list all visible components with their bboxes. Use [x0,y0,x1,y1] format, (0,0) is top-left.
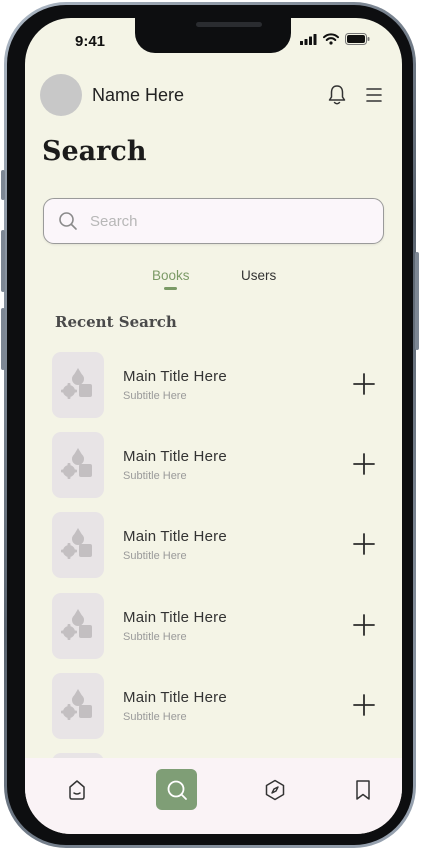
add-button[interactable] [350,450,378,478]
nav-home-button[interactable] [57,770,97,810]
list-item[interactable]: Main Title Here Subtitle Here [52,593,382,659]
thumbnail-placeholder [52,673,104,739]
status-icons [300,33,370,45]
shapes-icon [61,689,92,720]
side-button-power [415,252,419,350]
item-subtitle: Subtitle Here [123,470,187,482]
thumbnail-placeholder [52,512,104,578]
status-time: 9:41 [75,33,106,50]
search-box[interactable] [43,198,384,244]
shapes-icon [61,448,92,479]
shapes-icon [61,609,92,640]
item-subtitle: Subtitle Here [123,390,187,402]
item-title: Main Title Here [123,528,227,545]
plus-icon [353,694,375,716]
list-item[interactable]: Main Title Here Subtitle Here [52,673,382,739]
item-subtitle: Subtitle Here [123,550,187,562]
nav-search-button[interactable] [156,769,197,810]
list-item[interactable]: Main Title Here Subtitle Here [52,432,382,498]
search-input[interactable] [88,207,372,235]
page-title: Search [42,136,147,167]
tab-users[interactable]: Users [241,268,276,283]
user-name: Name Here [92,85,185,105]
battery-icon [345,33,370,45]
bookmark-icon [356,780,370,800]
item-title: Main Title Here [123,448,227,465]
list-item[interactable]: Main Title Here Subtitle Here [52,512,382,578]
screen: 9:41 Name Here Search Search Books Users… [25,18,402,834]
item-subtitle: Subtitle Here [123,631,187,643]
shapes-icon [61,368,92,399]
tab-active-indicator [164,287,177,290]
side-button-volume-down [1,308,5,370]
search-icon [59,212,77,230]
add-button[interactable] [350,370,378,398]
plus-icon [353,533,375,555]
avatar[interactable] [40,74,82,116]
side-button-mute [1,170,5,200]
add-button[interactable] [350,530,378,558]
bottom-nav [25,758,402,834]
tab-books[interactable]: Books [152,268,190,283]
plus-icon [353,453,375,475]
thumbnail-placeholder [52,352,104,418]
shapes-icon [61,528,92,559]
bell-icon[interactable] [327,84,347,111]
signal-icon [300,33,317,45]
thumbnail-placeholder [52,593,104,659]
phone-frame: 9:41 Name Here Search Search Books Users… [1,2,419,848]
side-button-volume-up [1,230,5,292]
thumbnail-placeholder [52,432,104,498]
home-icon [69,780,85,800]
search-icon [167,780,187,800]
nav-explore-button[interactable] [255,770,295,810]
compass-icon [265,779,285,801]
add-button[interactable] [350,611,378,639]
nav-bookmark-button[interactable] [343,770,383,810]
item-title: Main Title Here [123,609,227,626]
list-item[interactable]: Main Title Here Subtitle Here [52,352,382,418]
plus-icon [353,373,375,395]
plus-icon [353,614,375,636]
item-subtitle: Subtitle Here [123,711,187,723]
wifi-icon [323,33,339,45]
item-title: Main Title Here [123,368,227,385]
add-button[interactable] [350,691,378,719]
item-title: Main Title Here [123,689,227,706]
recent-search-heading: Recent Search [55,313,177,331]
menu-icon[interactable] [365,87,383,108]
notch-speaker [196,22,262,27]
